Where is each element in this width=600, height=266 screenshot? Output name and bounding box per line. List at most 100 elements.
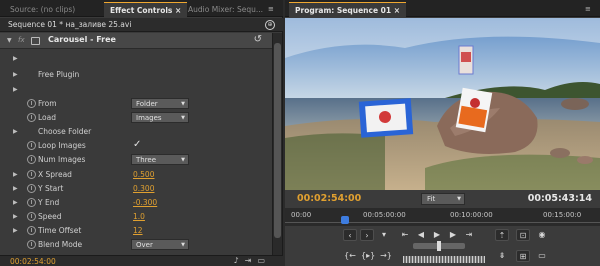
settings-icon[interactable]: ▭ [257,256,271,265]
shuttle-slider[interactable] [413,241,465,251]
ruler-tick: 00:15:00:0 [543,211,582,219]
expand-triangle-icon[interactable]: ▶ [13,71,18,78]
panel-menu-icon[interactable]: ≡ [268,5,274,13]
stopwatch-icon[interactable] [27,184,36,193]
row-speed: ▶ Speed 1.0 [0,210,272,224]
tab-program[interactable]: Program: Sequence 01 × [289,2,406,17]
tab-source[interactable]: Source: (no clips) [4,2,81,17]
row-expander[interactable]: ▶ [0,52,272,66]
tab-effect-controls[interactable]: Effect Controls × [104,2,188,17]
speed-value[interactable]: 1.0 [133,212,145,221]
row-expander[interactable]: ▶ [0,83,272,97]
time-offset-value[interactable]: 12 [133,226,143,235]
from-label: From [38,99,57,108]
reset-effect-icon[interactable]: ↺ [254,34,262,45]
panel-menu-icon[interactable]: ≡ [585,5,591,13]
duration-timecode: 00:05:43:14 [527,193,592,204]
go-to-out-icon[interactable]: ⇥ [462,229,476,241]
stopwatch-icon[interactable] [27,226,36,235]
export-frame-icon[interactable]: ⇥ [245,256,258,265]
lift-icon[interactable]: ⇡ [495,229,509,241]
mark-in-icon[interactable]: ‹ [343,229,357,241]
expand-triangle-icon[interactable]: ▶ [13,128,18,135]
loop-images-checkbox[interactable]: ✓ [133,139,141,150]
stopwatch-icon[interactable] [27,212,36,221]
stopwatch-icon[interactable] [27,240,36,249]
expand-triangle-icon[interactable]: ▶ [13,199,18,206]
num-images-dropdown[interactable]: Three [131,154,189,165]
playhead-indicator[interactable] [341,216,349,224]
row-time-offset: ▶ Time Offset 12 [0,224,272,238]
tab-audio-mixer[interactable]: Audio Mixer: Sequ... [182,2,269,17]
play-icon[interactable]: ▶ [430,229,444,241]
stopwatch-icon[interactable] [27,155,36,164]
jog-wheel[interactable] [403,256,485,263]
effect-timecode[interactable]: 00:02:54:00 [10,257,56,266]
extract-icon[interactable]: ⇟ [495,250,509,262]
expand-triangle-icon[interactable]: ▶ [13,171,18,178]
go-to-in-icon[interactable]: ⇤ [398,229,412,241]
output-icon[interactable]: ▭ [535,250,549,262]
play-in-to-out-icon[interactable]: {▸} [361,250,375,262]
y-start-value[interactable]: 0.300 [133,184,154,193]
load-dropdown[interactable]: Images [131,112,189,123]
row-load: Load Images [0,111,272,125]
video-frame-image [285,18,600,190]
stopwatch-icon[interactable] [27,99,36,108]
step-forward-icon[interactable]: ▶ [446,229,460,241]
fx-toggle-icon[interactable]: fx [18,36,25,44]
effect-controls-panel: Source: (no clips) Effect Controls × Aud… [0,0,283,266]
expand-triangle-icon[interactable]: ▶ [13,213,18,220]
mark-out-icon[interactable]: › [360,229,374,241]
row-x-spread: ▶ X Spread 0.500 [0,168,272,182]
y-end-value[interactable]: -0.300 [133,198,157,207]
y-start-label: Y Start [38,184,64,193]
stopwatch-icon[interactable] [27,141,36,150]
go-to-prev-edit-icon[interactable]: {← [343,250,357,262]
time-offset-label: Time Offset [38,226,82,235]
row-free-plugin[interactable]: ▶ Free Plugin [0,68,272,82]
trim-monitor-icon[interactable]: ⊞ [516,250,530,262]
sequence-clip-label: Sequence 01 * на_заливе 25.avi [8,20,132,29]
row-choose-folder[interactable]: ▶ Choose Folder [0,125,272,139]
collapse-triangle-icon[interactable]: ▼ [7,37,12,44]
effect-properties: ▶ ▶ Free Plugin ▶ From Folder Load Image… [0,50,272,255]
stopwatch-icon[interactable] [27,198,36,207]
properties-scrollbar[interactable] [272,33,282,255]
export-frame-icon[interactable]: ◉ [535,229,549,241]
from-dropdown[interactable]: Folder [131,98,189,109]
go-to-next-edit-icon[interactable]: →} [379,250,393,262]
row-from: From Folder [0,97,272,111]
effect-title: Carousel - Free [48,35,116,44]
current-timecode[interactable]: 00:02:54:00 [297,193,361,204]
safe-margins-icon[interactable]: ⊡ [516,229,530,241]
expand-triangle-icon[interactable]: ▶ [13,185,18,192]
program-monitor-panel: Program: Sequence 01 × ≡ 00:02:54:00 Fit… [285,0,600,266]
step-back-icon[interactable]: ◀ [414,229,428,241]
blend-mode-dropdown[interactable]: Over [131,239,189,250]
add-marker-icon[interactable]: ▾ [377,229,391,241]
audio-scrub-icon[interactable]: ♪ [234,256,245,265]
stopwatch-icon[interactable] [27,113,36,122]
zoom-level-dropdown[interactable]: Fit [421,193,465,205]
time-ruler[interactable]: 00:00 00:05:00:00 00:10:00:00 00:15:00:0 [285,208,600,226]
expand-triangle-icon[interactable]: ▶ [13,86,18,93]
expand-triangle-icon[interactable]: ▶ [13,227,18,234]
blend-mode-label: Blend Mode [38,240,83,249]
right-tab-bar: Program: Sequence 01 × ≡ [285,0,600,17]
effect-header[interactable]: ▼ fx Carousel - Free ↺ [0,33,272,49]
loop-images-label: Loop Images [38,141,86,150]
ruler-tick: 00:10:00:00 [450,211,493,219]
program-video-frame [285,18,600,190]
scrollbar-thumb[interactable] [274,43,281,238]
show-timeline-icon[interactable]: ⊕ [265,20,275,30]
transport-controls: ‹ › ▾ ⇤ ◀ ▶ ▶ ⇥ ⇡ ⊡ ◉ {← {▸} →} ⇟ ⊞ ▭ [285,226,600,266]
monitor-time-bar: 00:02:54:00 Fit 00:05:43:14 [285,190,600,208]
transform-box-icon[interactable] [31,37,40,45]
ruler-tick: 00:00 [291,211,312,219]
expand-triangle-icon[interactable]: ▶ [13,55,18,62]
x-spread-value[interactable]: 0.500 [133,170,154,179]
num-images-label: Num Images [38,155,86,164]
row-loop-images: Loop Images ✓ [0,139,272,153]
stopwatch-icon[interactable] [27,170,36,179]
